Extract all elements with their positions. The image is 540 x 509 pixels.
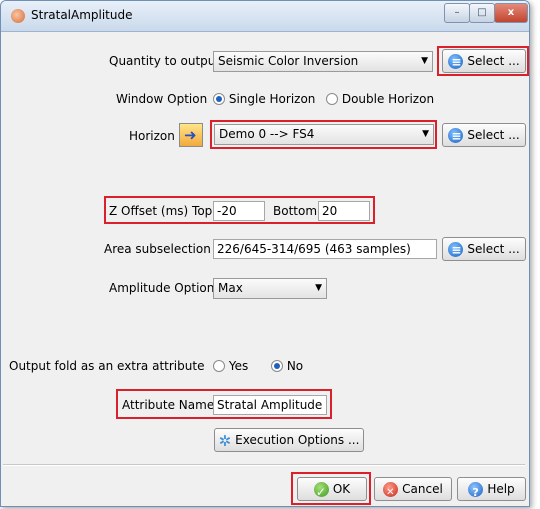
output-fold-label: Output fold as an extra attribute <box>9 359 205 373</box>
area-select-button[interactable]: Select ... <box>442 237 526 261</box>
cancel-button[interactable]: Cancel <box>374 477 452 504</box>
help-button[interactable]: Help <box>457 477 526 504</box>
output-fold-yes-option[interactable]: Yes <box>213 359 248 373</box>
quantity-value: Seismic Color Inversion <box>218 54 359 68</box>
cancel-label: Cancel <box>402 482 443 496</box>
highlight-z-offset <box>104 196 375 224</box>
area-subselection-input[interactable]: 226/645-314/695 (463 samples) <box>213 239 437 259</box>
close-button[interactable]: x <box>494 3 528 23</box>
window-title: StratalAmplitude <box>31 8 133 22</box>
quantity-label: Quantity to output <box>109 54 221 68</box>
footer-divider <box>3 464 525 466</box>
maximize-button[interactable]: □ <box>469 3 495 23</box>
horizon-select-label: Select ... <box>467 128 520 142</box>
horizon-select-button[interactable]: Select ... <box>442 123 526 147</box>
cancel-icon <box>383 482 399 504</box>
single-horizon-option[interactable]: Single Horizon <box>213 92 315 106</box>
horizon-picker-icon[interactable] <box>179 123 203 147</box>
horizon-label: Horizon <box>129 129 175 143</box>
gear-icon: ✲ <box>218 431 232 450</box>
amplitude-option-dropdown[interactable]: Max ▼ <box>213 278 327 299</box>
help-label: Help <box>487 482 515 496</box>
area-subselection-label: Area subselection <box>104 242 211 256</box>
help-icon <box>468 482 484 504</box>
select-icon <box>448 239 464 261</box>
double-horizon-option[interactable]: Double Horizon <box>326 92 434 106</box>
radio-single-horizon[interactable] <box>213 93 225 105</box>
quantity-dropdown[interactable]: Seismic Color Inversion ▼ <box>213 51 433 72</box>
double-horizon-label: Double Horizon <box>341 92 435 106</box>
highlight-quantity-select <box>437 46 529 76</box>
app-icon <box>11 9 25 23</box>
chevron-down-icon: ▼ <box>315 283 322 293</box>
stratal-amplitude-dialog: StratalAmplitude – □ x Quantity to outpu… <box>0 0 530 507</box>
minimize-button[interactable]: – <box>444 3 470 23</box>
select-icon <box>448 125 464 147</box>
highlight-horizon <box>210 120 437 149</box>
radio-output-fold-no[interactable] <box>271 360 283 372</box>
title-bar: StratalAmplitude – □ x <box>1 1 529 32</box>
highlight-attribute-name <box>116 389 332 419</box>
amplitude-option-label: Amplitude Option <box>109 281 215 295</box>
radio-double-horizon[interactable] <box>326 93 338 105</box>
highlight-ok <box>291 472 371 505</box>
amplitude-option-value: Max <box>218 281 243 295</box>
area-select-label: Select ... <box>467 242 520 256</box>
radio-output-fold-yes[interactable] <box>213 360 225 372</box>
single-horizon-label: Single Horizon <box>228 92 316 106</box>
output-fold-no-label: No <box>286 359 304 373</box>
execution-options-label: Execution Options ... <box>235 433 360 447</box>
output-fold-yes-label: Yes <box>228 359 249 373</box>
chevron-down-icon: ▼ <box>421 56 428 66</box>
output-fold-no-option[interactable]: No <box>271 359 303 373</box>
window-option-label: Window Option <box>116 92 208 106</box>
execution-options-button[interactable]: ✲ Execution Options ... <box>214 428 364 452</box>
